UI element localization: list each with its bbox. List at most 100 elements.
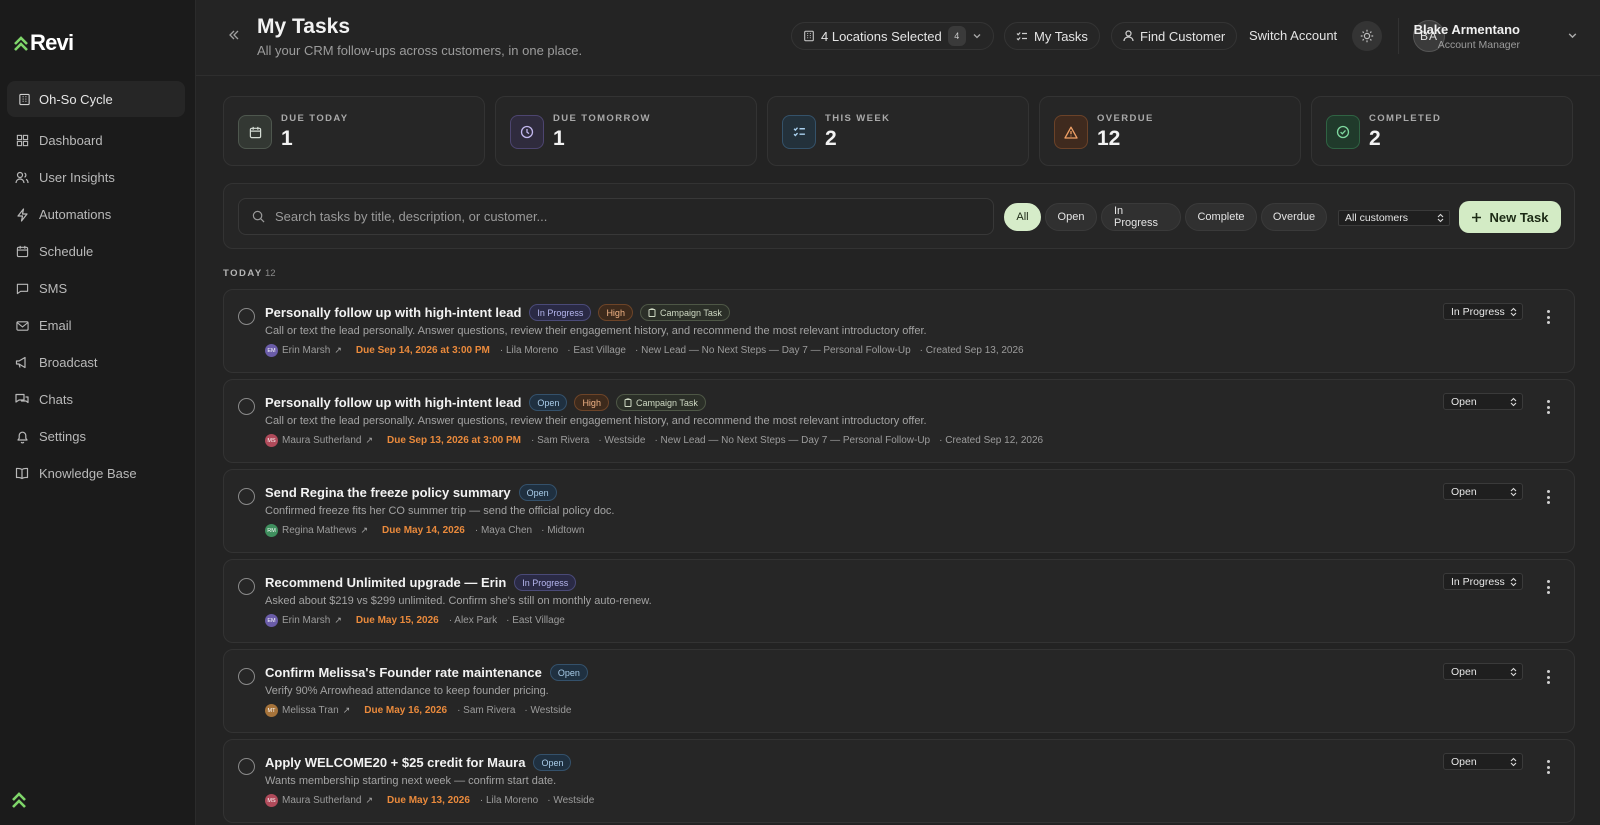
task-complete-checkbox[interactable] xyxy=(238,488,255,505)
sidebar-item-user-insights[interactable]: User Insights xyxy=(0,159,196,196)
task-status-value: Open xyxy=(1451,395,1477,408)
task-title[interactable]: Apply WELCOME20 + $25 credit for Maura xyxy=(265,755,525,770)
stat-card-due-today[interactable]: DUE TODAY 1 xyxy=(223,96,485,166)
task-complete-checkbox[interactable] xyxy=(238,578,255,595)
select-arrows-icon xyxy=(1510,397,1517,406)
task-customer: · Alex Park xyxy=(448,615,498,626)
task-complete-checkbox[interactable] xyxy=(238,758,255,775)
external-link-icon[interactable]: ↗ xyxy=(366,435,374,446)
task-complete-checkbox[interactable] xyxy=(238,308,255,325)
sidebar-item-broadcast[interactable]: Broadcast xyxy=(0,344,196,381)
task-card[interactable]: Personally follow up with high-intent le… xyxy=(223,379,1575,463)
task-complete-checkbox[interactable] xyxy=(238,668,255,685)
stat-card-due-tomorrow[interactable]: DUE TOMORROW 1 xyxy=(495,96,757,166)
sidebar-item-settings[interactable]: Settings xyxy=(0,418,196,455)
chevron-down-icon[interactable] xyxy=(1567,28,1578,46)
sun-icon xyxy=(1360,29,1374,43)
task-card[interactable]: Apply WELCOME20 + $25 credit for Maura O… xyxy=(223,739,1575,823)
page-header: My Tasks All your CRM follow-ups across … xyxy=(196,0,1600,76)
task-due-date: Due Sep 14, 2026 at 3:00 PM xyxy=(355,345,490,356)
sidebar-item-chats[interactable]: Chats xyxy=(0,381,196,418)
sidebar-item-schedule[interactable]: Schedule xyxy=(0,233,196,270)
switch-account-link[interactable]: Switch Account xyxy=(1249,28,1337,43)
stat-card-completed[interactable]: COMPLETED 2 xyxy=(1311,96,1573,166)
task-title[interactable]: Confirm Melissa's Founder rate maintenan… xyxy=(265,665,542,680)
sidebar-item-dashboard[interactable]: Dashboard xyxy=(0,122,196,159)
task-title[interactable]: Personally follow up with high-intent le… xyxy=(265,395,521,410)
search-input[interactable] xyxy=(275,209,975,224)
task-title[interactable]: Recommend Unlimited upgrade — Erin xyxy=(265,575,506,590)
header-divider xyxy=(1398,18,1399,54)
revi-logo[interactable]: Revi xyxy=(14,30,74,56)
task-meta: MT Melissa Tran ↗ Due May 16, 2026 · Sam… xyxy=(265,704,580,717)
organization-switcher[interactable]: Oh-So Cycle xyxy=(7,81,185,117)
task-description: Confirmed freeze fits her CO summer trip… xyxy=(265,505,615,517)
task-status-select[interactable]: Open xyxy=(1443,753,1523,770)
my-tasks-label: My Tasks xyxy=(1034,28,1088,44)
sidebar-item-label: Settings xyxy=(39,429,86,444)
task-title[interactable]: Personally follow up with high-intent le… xyxy=(265,305,521,320)
list-check-icon xyxy=(782,115,816,149)
external-link-icon[interactable]: ↗ xyxy=(334,615,342,626)
task-card[interactable]: Personally follow up with high-intent le… xyxy=(223,289,1575,373)
task-status-select[interactable]: Open xyxy=(1443,483,1523,500)
more-options-icon[interactable] xyxy=(1542,308,1554,326)
filter-all-button[interactable]: All xyxy=(1004,203,1041,231)
sidebar-item-email[interactable]: Email xyxy=(0,307,196,344)
find-customer-button[interactable]: Find Customer xyxy=(1111,22,1238,50)
task-status-select[interactable]: In Progress xyxy=(1443,303,1523,320)
task-owner[interactable]: Melissa Tran xyxy=(282,705,339,716)
owner-avatar: MT xyxy=(265,704,278,717)
sidebar-item-knowledge-base[interactable]: Knowledge Base xyxy=(0,455,196,492)
external-link-icon[interactable]: ↗ xyxy=(343,705,351,716)
task-status-select[interactable]: In Progress xyxy=(1443,573,1523,590)
customer-select[interactable]: All customers xyxy=(1338,210,1450,226)
task-card[interactable]: Confirm Melissa's Founder rate maintenan… xyxy=(223,649,1575,733)
locations-selector[interactable]: 4 Locations Selected 4 xyxy=(791,22,994,50)
task-status-select[interactable]: Open xyxy=(1443,663,1523,680)
new-task-button[interactable]: New Task xyxy=(1459,201,1561,233)
task-owner[interactable]: Erin Marsh xyxy=(282,615,330,626)
filter-overdue-button[interactable]: Overdue xyxy=(1261,203,1327,231)
filter-complete-button[interactable]: Complete xyxy=(1185,203,1257,231)
owner-avatar: MS xyxy=(265,434,278,447)
more-options-icon[interactable] xyxy=(1542,578,1554,596)
organization-name: Oh-So Cycle xyxy=(39,91,113,107)
select-arrows-icon xyxy=(1510,577,1517,586)
theme-toggle-button[interactable] xyxy=(1352,21,1382,51)
task-status-select[interactable]: Open xyxy=(1443,393,1523,410)
external-link-icon[interactable]: ↗ xyxy=(334,345,342,356)
more-options-icon[interactable] xyxy=(1542,668,1554,686)
select-arrows-icon xyxy=(1510,307,1517,316)
task-complete-checkbox[interactable] xyxy=(238,398,255,415)
task-card[interactable]: Recommend Unlimited upgrade — Erin In Pr… xyxy=(223,559,1575,643)
filter-in-progress-button[interactable]: In Progress xyxy=(1101,203,1181,231)
collapse-sidebar-icon[interactable] xyxy=(228,28,240,44)
external-link-icon[interactable]: ↗ xyxy=(360,525,368,536)
task-owner[interactable]: Erin Marsh xyxy=(282,345,330,356)
select-arrows-icon xyxy=(1510,487,1517,496)
task-card[interactable]: Send Regina the freeze policy summary Op… xyxy=(223,469,1575,553)
mail-icon xyxy=(15,319,29,333)
task-title[interactable]: Send Regina the freeze policy summary xyxy=(265,485,511,500)
filter-open-button[interactable]: Open xyxy=(1045,203,1097,231)
stat-card-overdue[interactable]: OVERDUE 12 xyxy=(1039,96,1301,166)
bell-icon xyxy=(15,430,29,444)
stat-card-this-week[interactable]: THIS WEEK 2 xyxy=(767,96,1029,166)
more-options-icon[interactable] xyxy=(1542,488,1554,506)
more-options-icon[interactable] xyxy=(1542,398,1554,416)
task-description: Call or text the lead personally. Answer… xyxy=(265,325,927,337)
user-name[interactable]: Blake Armentano xyxy=(1414,22,1520,37)
more-options-icon[interactable] xyxy=(1542,758,1554,776)
search-box[interactable] xyxy=(238,198,994,235)
task-owner[interactable]: Maura Sutherland xyxy=(282,795,362,806)
my-tasks-button[interactable]: My Tasks xyxy=(1004,22,1100,50)
sidebar-item-automations[interactable]: Automations xyxy=(0,196,196,233)
task-owner[interactable]: Maura Sutherland xyxy=(282,435,362,446)
collapse-logo-icon[interactable] xyxy=(11,790,27,815)
zap-icon xyxy=(15,207,29,222)
sidebar-item-sms[interactable]: SMS xyxy=(0,270,196,307)
external-link-icon[interactable]: ↗ xyxy=(366,795,374,806)
task-customer: · Maya Chen xyxy=(474,525,533,536)
task-owner[interactable]: Regina Mathews xyxy=(282,525,356,536)
